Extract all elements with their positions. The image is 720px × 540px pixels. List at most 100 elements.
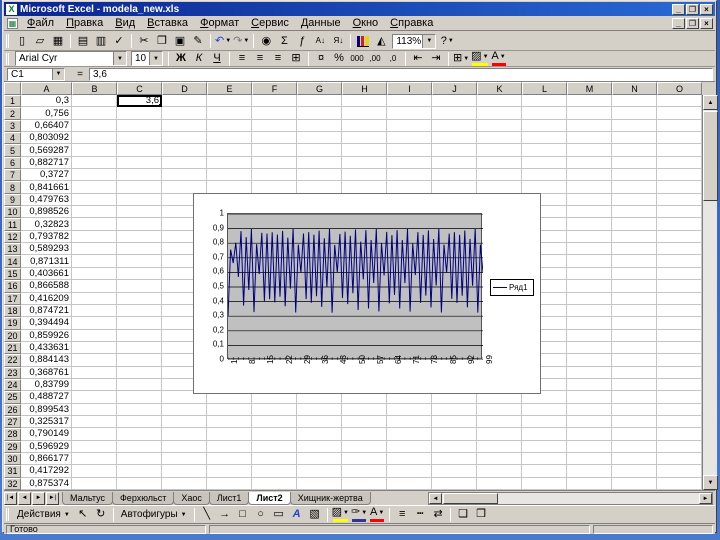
cell-C31[interactable] <box>117 465 162 477</box>
cell-G28[interactable] <box>297 428 342 440</box>
cell-D26[interactable] <box>162 404 207 416</box>
cell-B23[interactable] <box>72 367 117 379</box>
cell-C30[interactable] <box>117 453 162 465</box>
row-header-4[interactable]: 4 <box>4 132 21 144</box>
cell-M1[interactable] <box>567 95 612 107</box>
cell-N12[interactable] <box>612 231 657 243</box>
chevron-down-icon[interactable]: ▼ <box>463 56 469 62</box>
cell-O11[interactable] <box>657 218 702 230</box>
cell-O5[interactable] <box>657 144 702 156</box>
cell-B19[interactable] <box>72 317 117 329</box>
cell-C32[interactable] <box>117 478 162 490</box>
cell-O7[interactable] <box>657 169 702 181</box>
cell-G30[interactable] <box>297 453 342 465</box>
cell-O1[interactable] <box>657 95 702 107</box>
toolbar-grip[interactable] <box>6 53 10 65</box>
embedded-chart[interactable]: 00,10,20,30,40,50,60,70,80,91 1815222936… <box>193 193 541 394</box>
cell-M23[interactable] <box>567 367 612 379</box>
doc-close-button[interactable]: × <box>700 18 713 29</box>
cell-C11[interactable] <box>117 218 162 230</box>
formula-input[interactable]: 3,6 <box>89 68 713 81</box>
chart-legend[interactable]: Ряд1 <box>490 279 534 296</box>
cell-O18[interactable] <box>657 305 702 317</box>
cell-L29[interactable] <box>522 441 567 453</box>
cell-J31[interactable] <box>432 465 477 477</box>
chevron-down-icon[interactable]: ▼ <box>113 52 126 65</box>
align-left-icon[interactable]: ≡ <box>233 51 251 67</box>
cell-B8[interactable] <box>72 181 117 193</box>
help-button[interactable]: ?▼ <box>438 33 456 49</box>
cell-H31[interactable] <box>342 465 387 477</box>
chevron-down-icon[interactable]: ▼ <box>448 38 454 44</box>
cell-N25[interactable] <box>612 391 657 403</box>
cell-J2[interactable] <box>432 107 477 119</box>
cell-E7[interactable] <box>207 169 252 181</box>
cell-D32[interactable] <box>162 478 207 490</box>
cell-O19[interactable] <box>657 317 702 329</box>
cell-B17[interactable] <box>72 293 117 305</box>
cell-B16[interactable] <box>72 280 117 292</box>
cell-C29[interactable] <box>117 441 162 453</box>
cell-A8[interactable]: 0,841661 <box>21 181 72 193</box>
cell-E2[interactable] <box>207 107 252 119</box>
cell-N22[interactable] <box>612 354 657 366</box>
cell-E1[interactable] <box>207 95 252 107</box>
shadow-icon[interactable]: ❏ <box>454 507 472 523</box>
cell-A18[interactable]: 0,874721 <box>21 305 72 317</box>
cell-O24[interactable] <box>657 379 702 391</box>
cell-C23[interactable] <box>117 367 162 379</box>
cell-N14[interactable] <box>612 255 657 267</box>
cell-I4[interactable] <box>387 132 432 144</box>
edit-formula-button[interactable]: = <box>73 69 87 80</box>
cell-N24[interactable] <box>612 379 657 391</box>
select-pointer-icon[interactable]: ↖ <box>74 507 92 523</box>
cell-H5[interactable] <box>342 144 387 156</box>
cell-K8[interactable] <box>477 181 522 193</box>
sheet-tab-хищник-жертва[interactable]: Хищник-жертва <box>290 492 371 505</box>
cell-A19[interactable]: 0,394494 <box>21 317 72 329</box>
cell-J30[interactable] <box>432 453 477 465</box>
vertical-scroll-thumb[interactable] <box>703 111 718 201</box>
menu-item-сервис[interactable]: Сервис <box>245 16 295 30</box>
cell-O4[interactable] <box>657 132 702 144</box>
cell-O3[interactable] <box>657 120 702 132</box>
cell-K6[interactable] <box>477 157 522 169</box>
cell-G7[interactable] <box>297 169 342 181</box>
cell-I29[interactable] <box>387 441 432 453</box>
cell-D28[interactable] <box>162 428 207 440</box>
cell-C15[interactable] <box>117 268 162 280</box>
cell-B30[interactable] <box>72 453 117 465</box>
cell-A9[interactable]: 0,479763 <box>21 194 72 206</box>
cell-G5[interactable] <box>297 144 342 156</box>
menu-item-вставка[interactable]: Вставка <box>141 16 194 30</box>
cell-M26[interactable] <box>567 404 612 416</box>
prev-sheet-icon[interactable]: ◄ <box>18 492 31 505</box>
cell-F7[interactable] <box>252 169 297 181</box>
cell-O30[interactable] <box>657 453 702 465</box>
cell-N5[interactable] <box>612 144 657 156</box>
cell-O10[interactable] <box>657 206 702 218</box>
cell-E3[interactable] <box>207 120 252 132</box>
cell-M15[interactable] <box>567 268 612 280</box>
cell-N8[interactable] <box>612 181 657 193</box>
last-sheet-icon[interactable]: ►| <box>46 492 59 505</box>
cell-M11[interactable] <box>567 218 612 230</box>
cell-N10[interactable] <box>612 206 657 218</box>
format-painter-icon[interactable]: ✎ <box>189 33 207 49</box>
cell-N15[interactable] <box>612 268 657 280</box>
cell-O9[interactable] <box>657 194 702 206</box>
cell-L6[interactable] <box>522 157 567 169</box>
cell-A21[interactable]: 0,433631 <box>21 342 72 354</box>
cell-G31[interactable] <box>297 465 342 477</box>
align-right-icon[interactable]: ≡ <box>269 51 287 67</box>
cell-M31[interactable] <box>567 465 612 477</box>
horizontal-scrollbar[interactable]: ◄ ► <box>428 492 713 505</box>
cell-O6[interactable] <box>657 157 702 169</box>
row-header-29[interactable]: 29 <box>4 441 21 453</box>
close-button[interactable]: × <box>700 4 713 15</box>
row-header-3[interactable]: 3 <box>4 120 21 132</box>
cell-I5[interactable] <box>387 144 432 156</box>
cell-O16[interactable] <box>657 280 702 292</box>
cell-K29[interactable] <box>477 441 522 453</box>
cell-H8[interactable] <box>342 181 387 193</box>
